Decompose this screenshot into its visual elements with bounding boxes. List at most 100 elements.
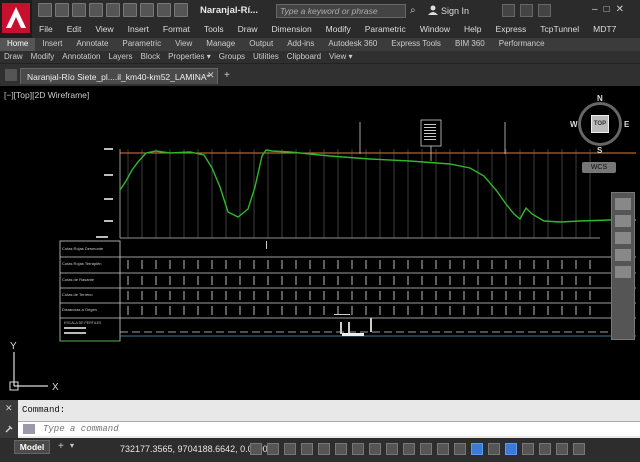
menu-draw[interactable]: Draw [231, 22, 265, 38]
help-icon[interactable] [538, 4, 551, 17]
menu-mdt7[interactable]: MDT7 [586, 22, 623, 38]
ribbon-panel-groups[interactable]: Groups [215, 51, 249, 63]
ribbon-panel-layers[interactable]: Layers [105, 51, 137, 63]
menu-window[interactable]: Window [413, 22, 457, 38]
ribbon-tab-autodesk-360[interactable]: Autodesk 360 [321, 38, 384, 51]
grid-icon[interactable] [250, 443, 262, 455]
menu-view[interactable]: View [88, 22, 120, 38]
quick-properties-icon[interactable] [488, 443, 500, 455]
ribbon-panel-block[interactable]: Block [137, 51, 165, 63]
ribbon-tab-insert[interactable]: Insert [35, 38, 69, 51]
ribbon-panel-modify[interactable]: Modify [27, 51, 59, 63]
ribbon-panel-view[interactable]: View ▾ [325, 51, 356, 63]
compass-south[interactable]: S [597, 146, 602, 155]
menu-tools[interactable]: Tools [197, 22, 231, 38]
menu-help[interactable]: Help [457, 22, 488, 38]
search-input[interactable]: Type a keyword or phrase [276, 4, 406, 18]
save-as-icon[interactable] [89, 3, 103, 17]
osnap-icon[interactable] [352, 443, 364, 455]
share-icon[interactable] [157, 3, 171, 17]
ribbon-panel-annotation[interactable]: Annotation [58, 51, 104, 63]
polar-icon[interactable] [301, 443, 313, 455]
ribbon-tab-home[interactable]: Home [0, 38, 36, 51]
stay-connected-icon[interactable] [520, 4, 533, 17]
units-icon[interactable] [471, 443, 483, 455]
undo-icon[interactable] [123, 3, 137, 17]
transparency-icon[interactable] [386, 443, 398, 455]
coordinates-readout[interactable]: 732177.3565, 9704188.6642, 0.0000 [120, 444, 268, 454]
isolate-objects-icon[interactable] [522, 443, 534, 455]
zoom-icon[interactable] [615, 232, 631, 244]
ribbon-tab-express-tools[interactable]: Express Tools [384, 38, 448, 51]
lineweight-icon[interactable] [369, 443, 381, 455]
menu-express[interactable]: Express [489, 22, 534, 38]
search-icon[interactable]: ⌕ [410, 5, 416, 16]
ribbon-tab-output[interactable]: Output [242, 38, 280, 51]
save-icon[interactable] [72, 3, 86, 17]
sign-in-button[interactable]: Sign In [428, 5, 469, 16]
menu-insert[interactable]: Insert [121, 22, 156, 38]
maximize-icon[interactable]: □ [604, 4, 610, 15]
ribbon-tab-add-ins[interactable]: Add-ins [280, 38, 321, 51]
pan-icon[interactable] [615, 215, 631, 227]
menu-file[interactable]: File [32, 22, 60, 38]
hardware-acceleration-icon[interactable] [539, 443, 551, 455]
drawing-canvas[interactable]: [−][Top][2D Wireframe] Cotas Rojas Desmo… [0, 86, 640, 400]
open-icon[interactable] [55, 3, 69, 17]
ribbon-tab-parametric[interactable]: Parametric [115, 38, 168, 51]
ribbon-panel-clipboard[interactable]: Clipboard [283, 51, 325, 63]
clean-screen-icon[interactable] [556, 443, 568, 455]
menu-tcptunnel[interactable]: TcpTunnel [533, 22, 586, 38]
orbit-icon[interactable] [615, 249, 631, 261]
recent-commands-icon[interactable] [23, 424, 35, 434]
compass-west[interactable]: W [570, 120, 578, 129]
menu-parametric[interactable]: Parametric [358, 22, 413, 38]
command-line-handle[interactable]: ✕ [0, 400, 18, 438]
ribbon-panel-utilities[interactable]: Utilities [249, 51, 283, 63]
customization-icon[interactable] [573, 443, 585, 455]
ortho-icon[interactable] [284, 443, 296, 455]
new-icon[interactable] [38, 3, 52, 17]
minimize-icon[interactable]: – [592, 4, 598, 15]
viewcube-top-face[interactable]: TOP [591, 115, 609, 133]
compass-east[interactable]: E [624, 120, 629, 129]
ribbon-tab-manage[interactable]: Manage [199, 38, 242, 51]
workspace-switch-icon[interactable] [437, 443, 449, 455]
compass-north[interactable]: N [597, 94, 603, 103]
close-icon[interactable]: ✕ [616, 4, 624, 15]
ribbon-tab-view[interactable]: View [168, 38, 199, 51]
ribbon-panel-draw[interactable]: Draw [0, 51, 27, 63]
ribbon-panel-properties[interactable]: Properties ▾ [164, 51, 215, 63]
plot-icon[interactable] [106, 3, 120, 17]
workspace-icon[interactable] [174, 3, 188, 17]
menu-format[interactable]: Format [156, 22, 197, 38]
wcs-menu-button[interactable]: WCS [582, 162, 616, 173]
file-tab-menu-icon[interactable] [5, 69, 17, 81]
command-input[interactable] [43, 422, 603, 436]
layout-menu-icon[interactable]: ▾ [70, 441, 74, 450]
snap-icon[interactable] [267, 443, 279, 455]
app-menu-button[interactable] [0, 0, 32, 38]
exchange-icon[interactable] [502, 4, 515, 17]
annotation-monitor-icon[interactable] [454, 443, 466, 455]
redo-icon[interactable] [140, 3, 154, 17]
customize-wrench-icon[interactable] [4, 424, 14, 434]
menu-modify[interactable]: Modify [319, 22, 358, 38]
menu-edit[interactable]: Edit [60, 22, 89, 38]
viewcube[interactable]: TOP N S E W [570, 94, 630, 155]
document-tab[interactable]: Naranjal-Río Siete_pl....il_km40-km52_LA… [20, 68, 218, 84]
new-tab-icon[interactable]: + [224, 70, 230, 81]
close-tab-icon[interactable]: ✕ [207, 70, 215, 81]
layout-tab-model[interactable]: Model [14, 440, 50, 454]
selection-cycling-icon[interactable] [403, 443, 415, 455]
annotation-scale-icon[interactable] [420, 443, 432, 455]
showmotion-icon[interactable] [615, 266, 631, 278]
add-layout-icon[interactable]: + [58, 441, 64, 452]
ribbon-tab-performance[interactable]: Performance [492, 38, 552, 51]
close-command-line-icon[interactable]: ✕ [5, 403, 13, 414]
isodraft-icon[interactable] [318, 443, 330, 455]
menu-dimension[interactable]: Dimension [265, 22, 319, 38]
ribbon-tab-annotate[interactable]: Annotate [69, 38, 115, 51]
lock-ui-icon[interactable] [505, 443, 517, 455]
ribbon-tab-bim-360[interactable]: BIM 360 [448, 38, 492, 51]
